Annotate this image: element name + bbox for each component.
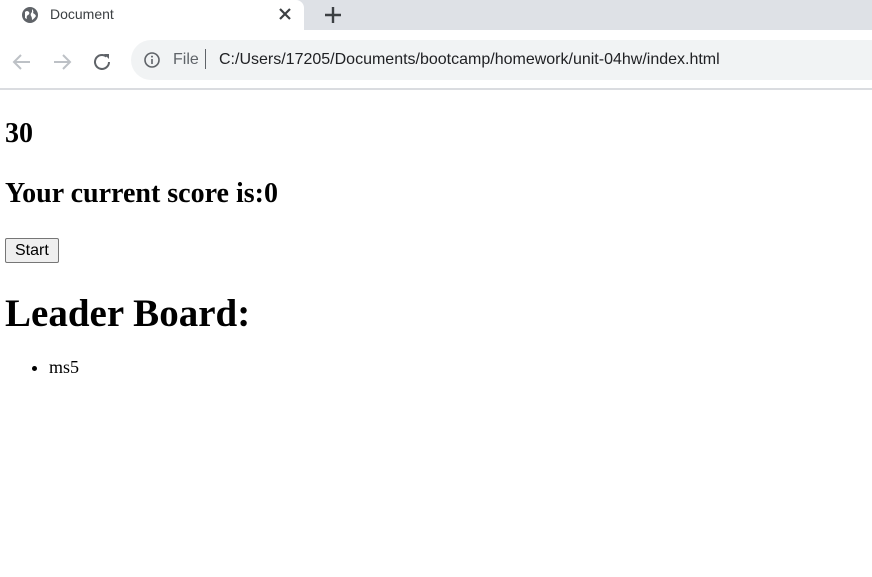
back-arrow-icon[interactable] [10, 50, 34, 74]
reload-icon[interactable] [90, 50, 114, 74]
address-bar[interactable]: File C:/Users/17205/Documents/bootcamp/h… [131, 40, 872, 80]
browser-tab[interactable]: Document [0, 0, 304, 30]
timer-heading: 30 [5, 118, 33, 149]
globe-icon [22, 7, 38, 23]
scheme-label: File [173, 51, 199, 68]
score-heading: Your current score is:0 [5, 178, 278, 209]
tab-title: Document [50, 6, 114, 22]
address-separator [205, 49, 206, 69]
browser-toolbar: File C:/Users/17205/Documents/bootcamp/h… [0, 30, 872, 90]
close-icon[interactable] [277, 6, 293, 22]
tab-strip: Document [0, 0, 872, 30]
info-icon[interactable] [143, 51, 161, 69]
leaderboard-list: ms5 [5, 357, 867, 377]
leaderboard-item: ms5 [49, 357, 867, 377]
url-text[interactable]: C:/Users/17205/Documents/bootcamp/homewo… [219, 51, 720, 69]
start-button[interactable]: Start [5, 238, 59, 263]
new-tab-icon[interactable] [323, 5, 343, 25]
leaderboard-title: Leader Board: [5, 292, 251, 335]
page-content: 30 Your current score is:0 Start Leader … [0, 118, 872, 377]
forward-arrow-icon[interactable] [50, 50, 74, 74]
